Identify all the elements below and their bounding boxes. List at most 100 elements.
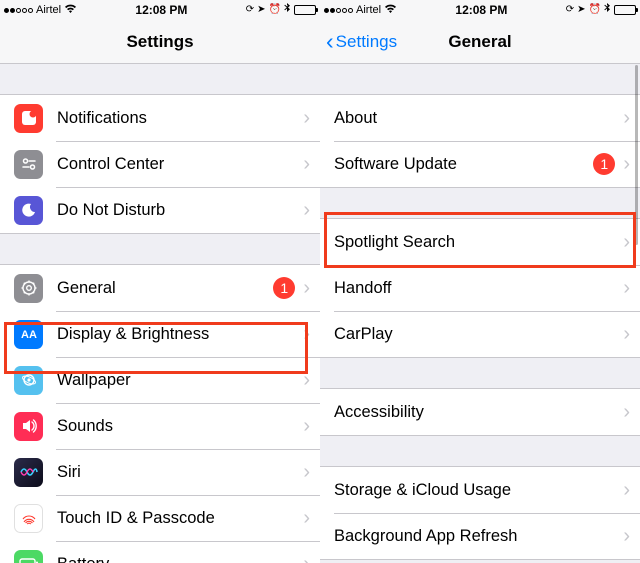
row-do-not-disturb[interactable]: Do Not Disturb › bbox=[0, 187, 320, 233]
row-label: CarPlay bbox=[334, 325, 623, 344]
svg-text:AA: AA bbox=[21, 329, 37, 341]
nav-bar: Settings bbox=[0, 20, 320, 64]
row-touch-id-passcode[interactable]: Touch ID & Passcode › bbox=[0, 495, 320, 541]
location-icon: ➤ bbox=[257, 5, 265, 15]
row-handoff[interactable]: Handoff › bbox=[320, 265, 640, 311]
back-label: Settings bbox=[336, 32, 397, 52]
row-label: Software Update bbox=[334, 155, 593, 174]
list-group: General 1 › AA Display & Brightness › Wa… bbox=[0, 264, 320, 563]
list-group: Storage & iCloud Usage › Background App … bbox=[320, 466, 640, 560]
row-siri[interactable]: Siri › bbox=[0, 449, 320, 495]
notifications-icon bbox=[14, 104, 43, 133]
status-right: ⟳ ➤ ⏰ bbox=[566, 3, 636, 17]
row-label: Handoff bbox=[334, 279, 623, 298]
chevron-right-icon: › bbox=[623, 480, 630, 500]
row-background-app-refresh[interactable]: Background App Refresh › bbox=[320, 513, 640, 559]
chevron-right-icon: › bbox=[623, 154, 630, 174]
badge: 1 bbox=[273, 277, 295, 299]
chevron-right-icon: › bbox=[623, 108, 630, 128]
chevron-right-icon: › bbox=[303, 278, 310, 298]
row-label: Display & Brightness bbox=[57, 325, 303, 344]
row-battery[interactable]: Battery › bbox=[0, 541, 320, 563]
row-accessibility[interactable]: Accessibility › bbox=[320, 389, 640, 435]
chevron-right-icon: › bbox=[303, 416, 310, 436]
row-software-update[interactable]: Software Update 1 › bbox=[320, 141, 640, 187]
signal-strength-icon bbox=[324, 8, 353, 13]
status-bar: Airtel 12:08 PM ⟳ ➤ ⏰ bbox=[320, 0, 640, 20]
page-title: Settings bbox=[126, 32, 193, 52]
row-label: General bbox=[57, 279, 273, 298]
status-right: ⟳ ➤ ⏰ bbox=[246, 3, 316, 17]
page-title: General bbox=[448, 32, 511, 52]
touchid-icon bbox=[14, 504, 43, 533]
chevron-right-icon: › bbox=[623, 402, 630, 422]
list-group: Accessibility › bbox=[320, 388, 640, 436]
row-label: Accessibility bbox=[334, 403, 623, 422]
status-left: Airtel bbox=[4, 4, 77, 17]
nav-bar: ‹ Settings General bbox=[320, 20, 640, 64]
display-icon: AA bbox=[14, 320, 43, 349]
dnd-icon bbox=[14, 196, 43, 225]
alarm-icon: ⏰ bbox=[589, 5, 601, 15]
row-wallpaper[interactable]: Wallpaper › bbox=[0, 357, 320, 403]
battery-icon bbox=[294, 5, 316, 15]
chevron-right-icon: › bbox=[303, 508, 310, 528]
battery-settings-icon bbox=[14, 550, 43, 563]
chevron-right-icon: › bbox=[303, 554, 310, 563]
battery-icon bbox=[614, 5, 636, 15]
row-label: Storage & iCloud Usage bbox=[334, 481, 623, 500]
row-display-brightness[interactable]: AA Display & Brightness › bbox=[0, 311, 320, 357]
siri-icon bbox=[14, 458, 43, 487]
row-control-center[interactable]: Control Center › bbox=[0, 141, 320, 187]
status-time: 12:08 PM bbox=[455, 3, 507, 17]
row-label: Spotlight Search bbox=[334, 233, 623, 252]
row-label: Do Not Disturb bbox=[57, 201, 303, 220]
settings-content[interactable]: Notifications › Control Center › Do Not … bbox=[0, 64, 320, 563]
control-center-icon bbox=[14, 150, 43, 179]
chevron-right-icon: › bbox=[623, 324, 630, 344]
row-label: Sounds bbox=[57, 417, 303, 436]
row-about[interactable]: About › bbox=[320, 95, 640, 141]
rotation-lock-icon: ⟳ bbox=[566, 5, 574, 15]
chevron-right-icon: › bbox=[303, 108, 310, 128]
carrier-label: Airtel bbox=[356, 4, 381, 16]
general-content[interactable]: About › Software Update 1 › Spotlight Se… bbox=[320, 64, 640, 563]
wallpaper-icon bbox=[14, 366, 43, 395]
location-icon: ➤ bbox=[577, 5, 585, 15]
carrier-label: Airtel bbox=[36, 4, 61, 16]
chevron-right-icon: › bbox=[303, 370, 310, 390]
list-group: Notifications › Control Center › Do Not … bbox=[0, 94, 320, 234]
list-group: About › Software Update 1 › bbox=[320, 94, 640, 188]
chevron-right-icon: › bbox=[303, 324, 310, 344]
row-storage-icloud[interactable]: Storage & iCloud Usage › bbox=[320, 467, 640, 513]
wifi-icon bbox=[384, 4, 397, 17]
chevron-right-icon: › bbox=[623, 526, 630, 546]
scrollbar[interactable] bbox=[635, 65, 638, 563]
back-button[interactable]: ‹ Settings bbox=[326, 30, 397, 53]
row-label: Touch ID & Passcode bbox=[57, 509, 303, 528]
row-label: Wallpaper bbox=[57, 371, 303, 390]
row-general[interactable]: General 1 › bbox=[0, 265, 320, 311]
row-spotlight-search[interactable]: Spotlight Search › bbox=[320, 219, 640, 265]
row-label: Battery bbox=[57, 555, 303, 563]
bluetooth-icon bbox=[284, 3, 291, 17]
row-sounds[interactable]: Sounds › bbox=[0, 403, 320, 449]
row-label: Siri bbox=[57, 463, 303, 482]
status-bar: Airtel 12:08 PM ⟳ ➤ ⏰ bbox=[0, 0, 320, 20]
row-label: Background App Refresh bbox=[334, 527, 623, 546]
general-icon bbox=[14, 274, 43, 303]
status-time: 12:08 PM bbox=[135, 3, 187, 17]
chevron-right-icon: › bbox=[623, 278, 630, 298]
status-left: Airtel bbox=[324, 4, 397, 17]
chevron-right-icon: › bbox=[623, 232, 630, 252]
row-carplay[interactable]: CarPlay › bbox=[320, 311, 640, 357]
row-label: Notifications bbox=[57, 109, 303, 128]
general-screen: Airtel 12:08 PM ⟳ ➤ ⏰ ‹ Settings General… bbox=[320, 0, 640, 563]
row-label: Control Center bbox=[57, 155, 303, 174]
scrollbar-thumb[interactable] bbox=[635, 65, 638, 245]
chevron-left-icon: ‹ bbox=[326, 30, 334, 53]
row-notifications[interactable]: Notifications › bbox=[0, 95, 320, 141]
chevron-right-icon: › bbox=[303, 200, 310, 220]
alarm-icon: ⏰ bbox=[269, 5, 281, 15]
chevron-right-icon: › bbox=[303, 154, 310, 174]
